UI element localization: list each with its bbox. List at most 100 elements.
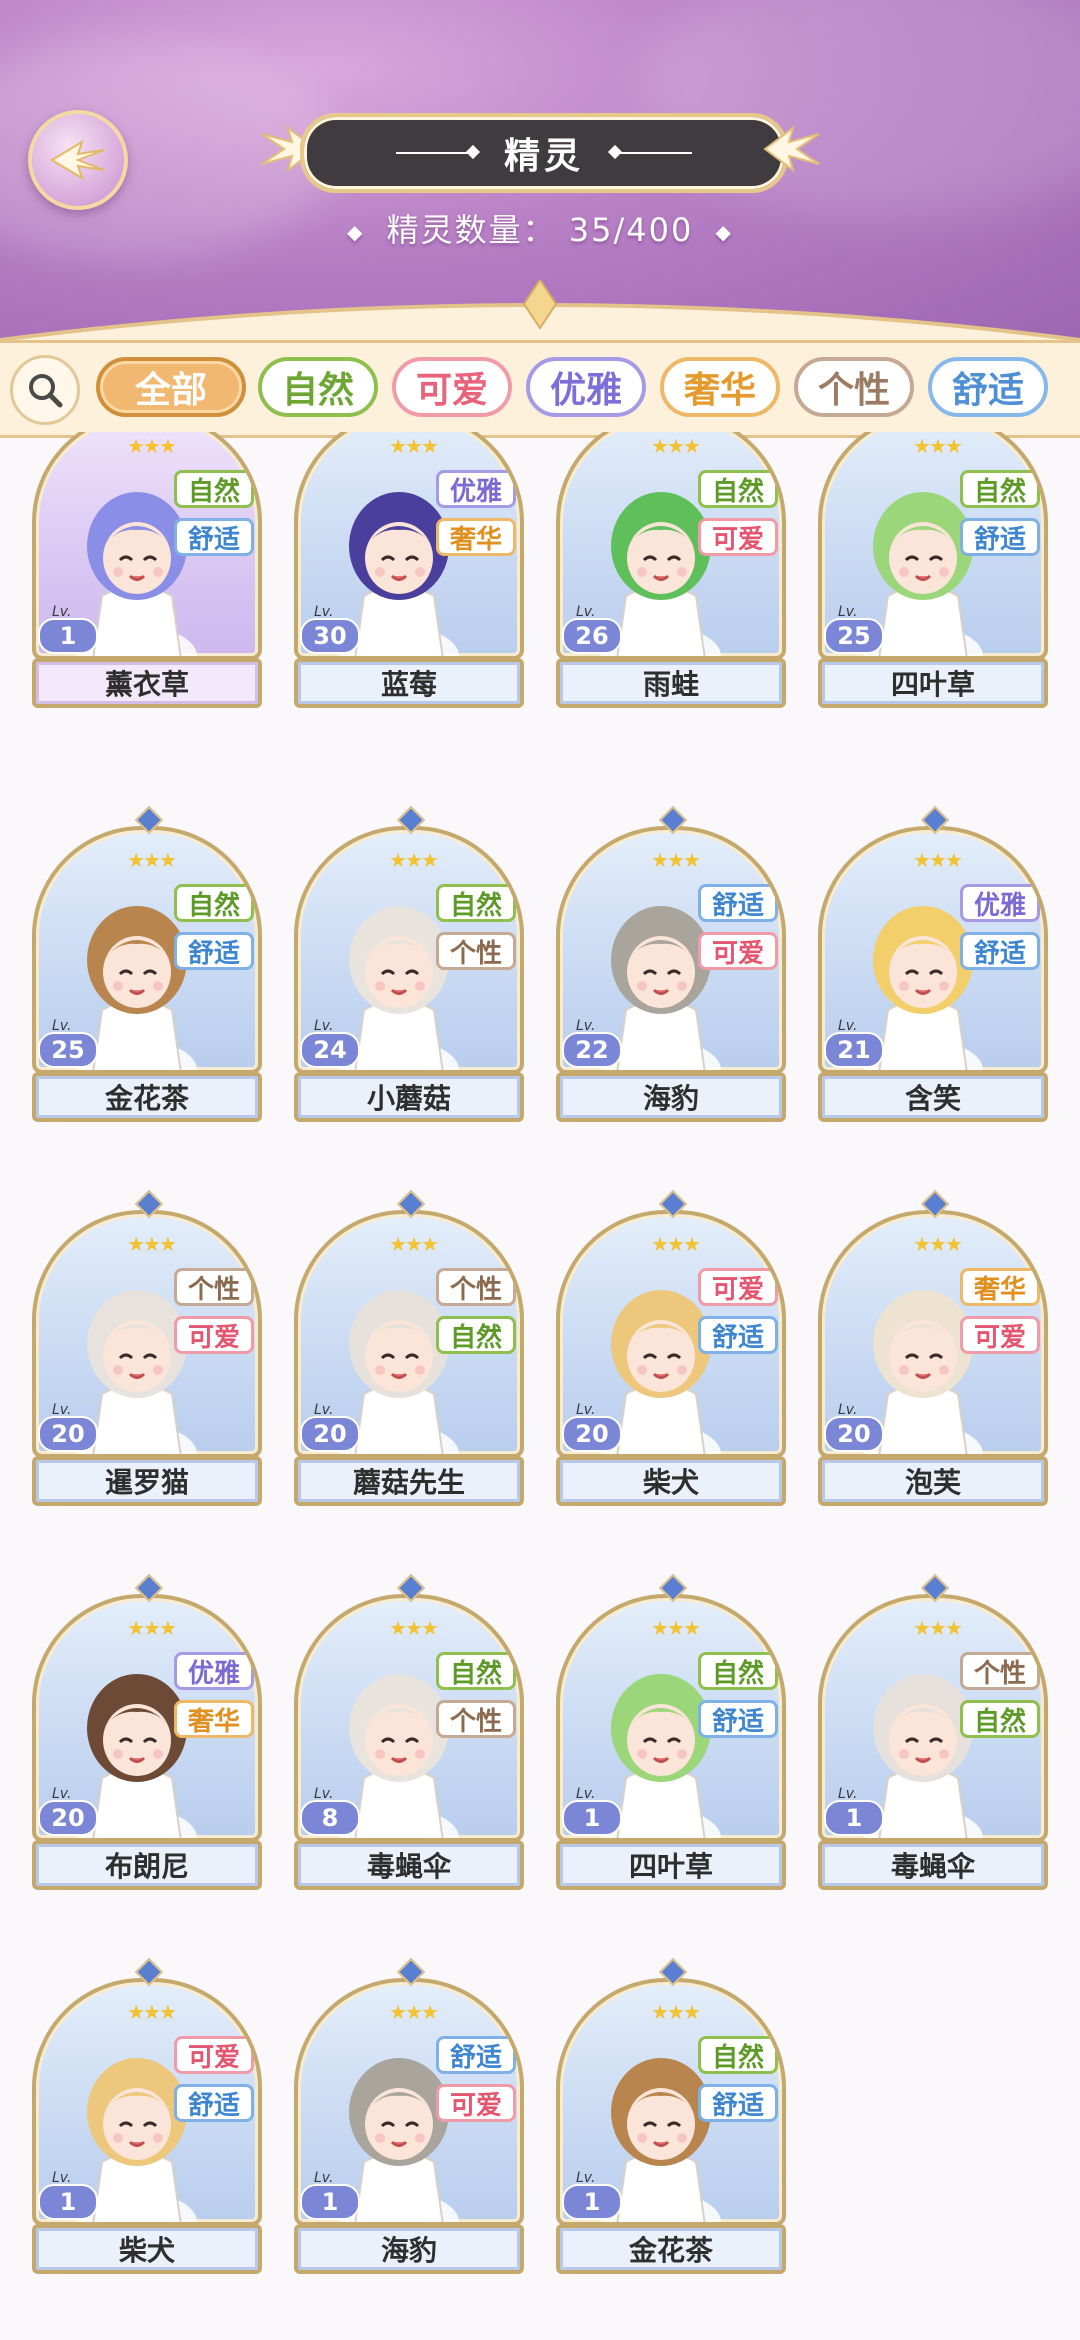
portrait-frame: ★★★ 优雅 奢华 Lv. 20 (32, 1594, 262, 1842)
trait-tag: 自然 (698, 2036, 778, 2074)
spirit-card[interactable]: ★★★ 可爱舒适 Lv. 20 柴犬 (556, 1189, 786, 1510)
level-badge: Lv. 24 (300, 1018, 368, 1068)
level-badge: Lv. 22 (562, 1018, 630, 1068)
trait-tag: 可爱 (698, 1268, 778, 1306)
spirit-card[interactable]: ★★★ 自然 舒适 Lv. 25 金花茶 (32, 805, 262, 1126)
star-rating: ★★★ (651, 1616, 701, 1640)
level-badge: Lv. 25 (824, 604, 892, 654)
spirit-name: 金花茶 (32, 1072, 262, 1122)
spirit-grid: ★★★ 自然 舒适 Lv. 1 薰衣草 ★★★ 优雅 奢华 Lv. 30 蓝莓 ★★★ 自然 可爱 Lv. 26… (0, 432, 1080, 2340)
star-rating: ★★★ (651, 2000, 701, 2024)
star-rating: ★★★ (389, 848, 439, 872)
level-number: 1 (300, 2184, 360, 2220)
portrait-frame: ★★★ 个性 自然 Lv. 20 (294, 1210, 524, 1458)
portrait-frame: ★★★ 自然 舒适 Lv. 1 (556, 1978, 786, 2226)
portrait-frame: ★★★ 舒适 可爱 Lv. 22 (556, 826, 786, 1074)
spirit-card[interactable]: ★★★ 自然 舒适 Lv. 1 薰衣草 (32, 432, 262, 712)
filter-tab-0[interactable]: 全部 (96, 357, 246, 417)
trait-tag: 自然 (174, 470, 254, 508)
level-badge: Lv. 25 (38, 1018, 106, 1068)
portrait-frame: ★★★ 可爱 舒适 Lv. 1 (32, 1978, 262, 2226)
trait-tag: 优雅 (436, 470, 516, 508)
level-badge: Lv. 20 (562, 1402, 630, 1452)
spirit-card[interactable]: ★★★ 自然 舒适 Lv. 1 四叶草 (556, 1573, 786, 1894)
level-number: 20 (824, 1416, 884, 1452)
spirit-card[interactable]: ★★★ 可爱 舒适 Lv. 1 柴犬 (32, 1957, 262, 2278)
spirit-card[interactable]: ★★★ 优雅 舒适 Lv. 21 含笑 (818, 805, 1048, 1126)
spirit-card[interactable]: ★★★ 优雅 奢华 Lv. 20 布朗尼 (32, 1573, 262, 1894)
diamond-icon: ◆ (715, 220, 733, 244)
filter-tab-4[interactable]: 奢华 (660, 357, 780, 417)
level-badge: Lv. 20 (38, 1786, 106, 1836)
trait-tag: 个性 (174, 1268, 254, 1306)
level-number: 20 (300, 1416, 360, 1452)
spirit-name: 暹罗猫 (32, 1456, 262, 1506)
trait-tag: 舒适 (960, 518, 1040, 556)
trait-tag: 可爱 (174, 1316, 254, 1354)
search-icon (29, 374, 63, 408)
spirit-card[interactable]: ★★★ 个性 自然 Lv. 20 蘑菇先生 (294, 1189, 524, 1510)
star-rating: ★★★ (127, 1232, 177, 1256)
level-number: 1 (38, 2184, 98, 2220)
level-badge: Lv. 20 (38, 1402, 106, 1452)
trait-tag: 舒适 (174, 932, 254, 970)
spirit-card[interactable]: ★★★ 自然 舒适 Lv. 1 金花茶 (556, 1957, 786, 2278)
portrait-frame: ★★★ 奢华 可爱 Lv. 20 (818, 1210, 1048, 1458)
star-rating: ★★★ (913, 848, 963, 872)
level-number: 24 (300, 1032, 360, 1068)
trait-tag: 舒适 (698, 884, 778, 922)
spirit-name: 小蘑菇 (294, 1072, 524, 1122)
level-badge: Lv. 30 (300, 604, 368, 654)
star-rating: ★★★ (389, 1616, 439, 1640)
spirit-card[interactable]: ★★★ 自然 舒适 Lv. 25 四叶草 (818, 432, 1048, 712)
trait-tag: 奢华 (174, 1700, 254, 1738)
level-badge: Lv. 26 (562, 604, 630, 654)
spirit-name: 蓝莓 (294, 658, 524, 708)
star-rating: ★★★ (913, 1232, 963, 1256)
spirit-card[interactable]: ★★★ 舒适 可爱 Lv. 22 海豹 (556, 805, 786, 1126)
spirit-card[interactable]: ★★★ 奢华 可爱 Lv. 20 泡芙 (818, 1189, 1048, 1510)
star-rating: ★★★ (389, 434, 439, 458)
star-rating: ★★★ (389, 1232, 439, 1256)
spirit-card[interactable]: ★★★ 个性可爱 Lv. 20 暹罗猫 (32, 1189, 262, 1510)
spirit-name: 四叶草 (818, 658, 1048, 708)
spirit-card[interactable]: ★★★ 优雅 奢华 Lv. 30 蓝莓 (294, 432, 524, 712)
filter-tab-6[interactable]: 舒适 (928, 357, 1048, 417)
level-number: 25 (824, 618, 884, 654)
level-number: 20 (562, 1416, 622, 1452)
spirit-name: 毒蝇伞 (818, 1840, 1048, 1890)
spirit-name: 海豹 (556, 1072, 786, 1122)
search-button[interactable] (10, 355, 80, 425)
spirit-name: 金花茶 (556, 2224, 786, 2274)
trait-tag: 自然 (960, 1700, 1040, 1738)
level-number: 8 (300, 1800, 360, 1836)
trait-tag: 自然 (436, 884, 516, 922)
trait-tag: 个性 (436, 1700, 516, 1738)
filter-tab-5[interactable]: 个性 (794, 357, 914, 417)
spirit-card[interactable]: ★★★ 舒适 可爱 Lv. 1 海豹 (294, 1957, 524, 2278)
trait-tag: 自然 (436, 1316, 516, 1354)
spirit-name: 雨蛙 (556, 658, 786, 708)
spirit-name: 毒蝇伞 (294, 1840, 524, 1890)
filter-tab-3[interactable]: 优雅 (526, 357, 646, 417)
spirit-name: 柴犬 (556, 1456, 786, 1506)
trait-tag: 可爱 (436, 2084, 516, 2122)
spirit-name: 四叶草 (556, 1840, 786, 1890)
spirit-card[interactable]: ★★★ 自然 可爱 Lv. 26 雨蛙 (556, 432, 786, 712)
spirit-name: 泡芙 (818, 1456, 1048, 1506)
trait-tag: 自然 (174, 884, 254, 922)
level-number: 21 (824, 1032, 884, 1068)
spirit-card[interactable]: ★★★ 个性 自然 Lv. 1 毒蝇伞 (818, 1573, 1048, 1894)
spirit-card[interactable]: ★★★ 自然 个性 Lv. 8 毒蝇伞 (294, 1573, 524, 1894)
trait-tag: 个性 (436, 932, 516, 970)
star-rating: ★★★ (651, 848, 701, 872)
back-button[interactable] (28, 110, 128, 210)
filter-tab-1[interactable]: 自然 (258, 357, 378, 417)
trait-tag: 舒适 (698, 1316, 778, 1354)
star-rating: ★★★ (651, 1232, 701, 1256)
filter-tab-2[interactable]: 可爱 (392, 357, 512, 417)
spirit-card[interactable]: ★★★ 自然个性 Lv. 24 小蘑菇 (294, 805, 524, 1126)
portrait-frame: ★★★ 自然 舒适 Lv. 1 (32, 432, 262, 660)
level-badge: Lv. 1 (38, 604, 106, 654)
level-number: 1 (562, 2184, 622, 2220)
